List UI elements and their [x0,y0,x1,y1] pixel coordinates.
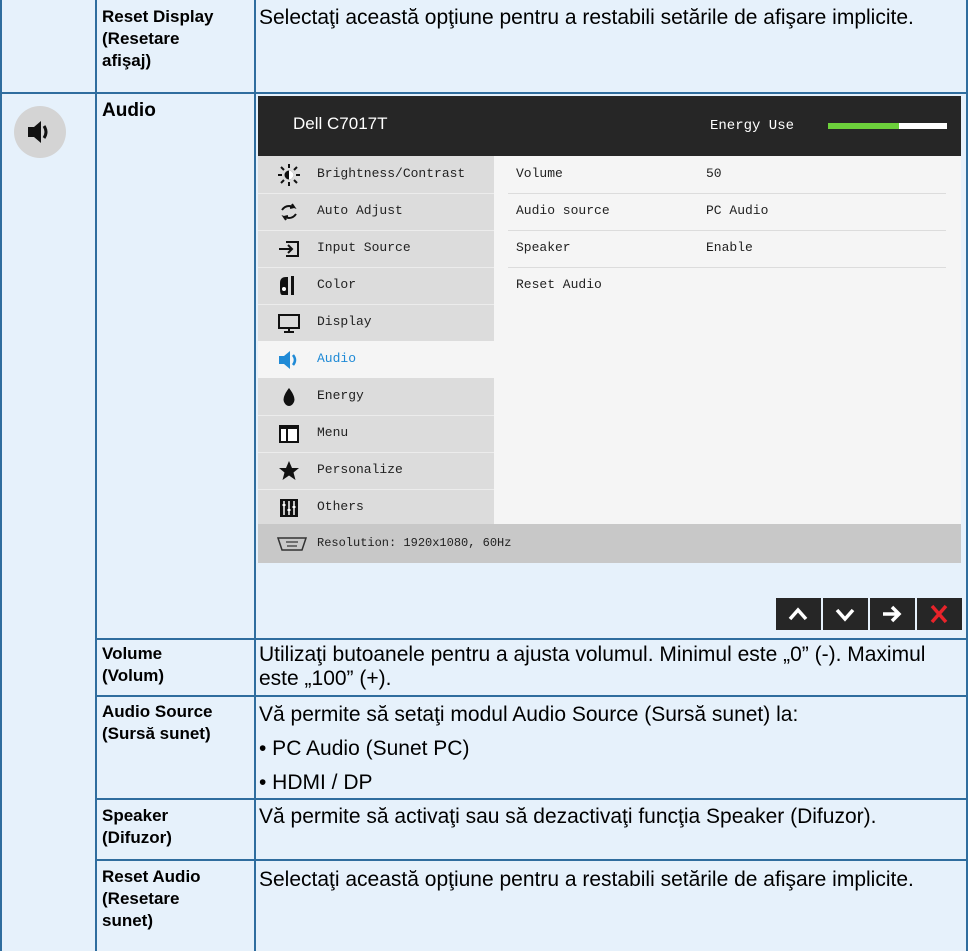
right-arrow-icon [883,605,902,623]
audio-icon [279,351,297,369]
table-border [0,0,2,951]
osd-header: Dell C7017T Energy Use [258,96,961,156]
setting-row-reset-audio[interactable]: Reset Audio [494,267,946,304]
down-button[interactable] [823,598,868,630]
table-border [254,0,256,951]
input-source-icon [279,241,299,257]
auto-adjust-icon [281,203,297,221]
setting-label: Reset Audio [516,277,602,292]
menu-item-label: Energy [317,388,364,403]
osd-settings-panel: Volume 50 Audio source PC Audio Speaker … [494,156,961,524]
menu-item-label: Display [317,314,372,329]
audio-source-desc: Vă permite să setaţi modul Audio Source … [259,703,799,794]
speaker-name: Speaker (Difuzor) [102,806,172,847]
menu-item-label: Color [317,277,357,292]
menu-item-brightness-contrast[interactable]: Brightness/Contrast [258,156,494,193]
vga-connector-icon [276,537,308,551]
audio-section-title: Audio [102,100,156,121]
energy-use-bar [828,123,947,129]
setting-label: Speaker [516,240,571,255]
table-border [95,638,968,640]
menu-item-others[interactable]: Others [258,489,494,526]
color-icon [280,276,294,295]
menu-item-label: Others [317,499,364,514]
close-button[interactable] [917,598,962,630]
setting-value: Enable [706,240,753,255]
osd-status-bar: Resolution: 1920x1080, 60Hz [258,524,961,563]
table-border [95,0,97,951]
menu-item-auto-adjust[interactable]: Auto Adjust [258,193,494,230]
setting-value: PC Audio [706,203,769,218]
speaker-desc: Vă permite să activaţi sau să dezactivaţ… [259,805,877,828]
osd-menu: Dell C7017T Energy Use Brightness/Contra… [258,96,961,563]
setting-label: Audio source [516,203,610,218]
reset-audio-name: Reset Audio (Resetare sunet) [102,867,201,930]
setting-label: Volume [516,166,563,181]
menu-item-input-source[interactable]: Input Source [258,230,494,267]
menu-item-menu[interactable]: Menu [258,415,494,452]
resolution-text: Resolution: 1920x1080, 60Hz [317,536,512,550]
volume-desc: Utilizaţi butoanele pentru a ajusta volu… [259,643,926,690]
menu-item-personalize[interactable]: Personalize [258,452,494,489]
display-icon [278,314,300,333]
reset-display-desc: Selectaţi această opţiune pentru a resta… [259,6,914,29]
others-icon [280,499,298,517]
menu-item-audio[interactable]: Audio [258,341,494,378]
menu-item-display[interactable]: Display [258,304,494,341]
down-arrow-icon [835,608,855,622]
brightness-icon [278,164,300,186]
up-button[interactable] [776,598,821,630]
table-border [95,695,968,697]
right-button[interactable] [870,598,915,630]
osd-menu-list: Brightness/Contrast Auto Adjust Input So… [258,156,494,524]
osd-title: Dell C7017T [293,114,388,133]
audio-source-name: Audio Source (Sursă sunet) [102,702,213,743]
menu-icon [279,425,299,443]
setting-row-speaker[interactable]: Speaker Enable [494,230,946,267]
reset-display-name: Reset Display (Resetare afişaj) [102,7,214,70]
volume-name: Volume (Volum) [102,644,165,685]
manual-page: Reset Display (Resetare afişaj) Selectaţ… [0,0,968,951]
menu-item-energy[interactable]: Energy [258,378,494,415]
up-arrow-icon [788,607,808,621]
table-border [0,92,968,94]
energy-icon [283,388,295,406]
setting-value: 50 [706,166,722,181]
menu-item-label: Menu [317,425,349,440]
table-border [95,859,968,861]
menu-item-label: Input Source [317,240,411,255]
setting-row-volume[interactable]: Volume 50 [494,156,946,193]
speaker-icon [14,106,66,158]
menu-item-label: Auto Adjust [317,203,403,218]
close-icon [930,604,948,624]
menu-item-color[interactable]: Color [258,267,494,304]
reset-audio-desc: Selectaţi această opţiune pentru a resta… [259,868,914,891]
energy-use-fill [828,123,900,129]
energy-use-label: Energy Use [710,118,795,134]
menu-item-label: Brightness/Contrast [317,166,466,181]
setting-row-audio-source[interactable]: Audio source PC Audio [494,193,946,230]
menu-item-label: Personalize [317,462,403,477]
menu-item-label: Audio [317,351,357,366]
star-icon [279,461,299,480]
